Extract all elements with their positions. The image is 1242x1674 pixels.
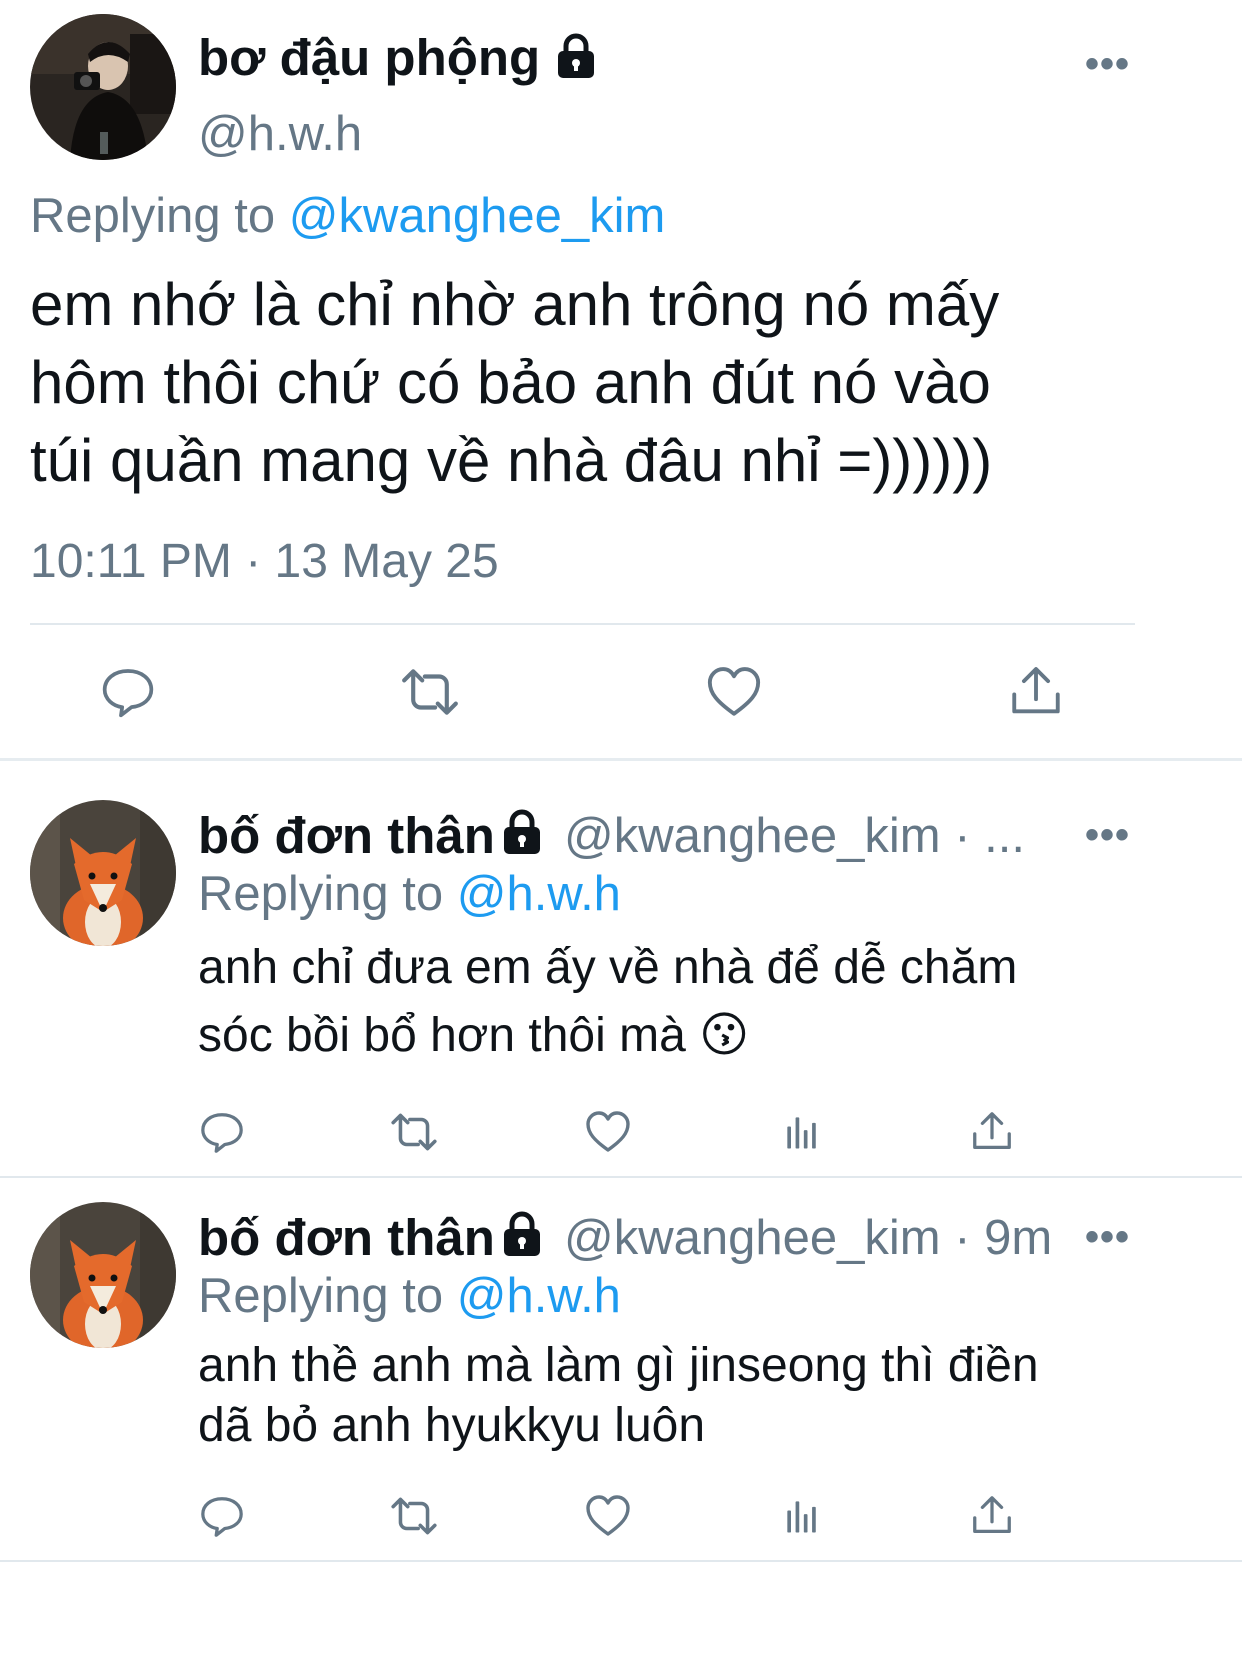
analytics-button[interactable] — [776, 1490, 828, 1542]
avatar-photo-icon — [30, 14, 176, 160]
divider — [0, 1176, 1242, 1178]
share-icon — [1012, 667, 1060, 714]
tweet-text: anh chỉ đưa em ấy về nhà để dễ chăm sóc … — [198, 934, 1228, 1070]
share-icon — [973, 1112, 1011, 1149]
reply-button[interactable] — [196, 1106, 248, 1158]
like-button[interactable] — [582, 1490, 634, 1542]
replying-prefix: Replying to — [198, 867, 444, 921]
share-button[interactable] — [1004, 660, 1068, 724]
avatar[interactable] — [30, 1202, 176, 1348]
more-options-icon[interactable]: ••• — [1085, 44, 1130, 84]
retweet-icon — [402, 669, 458, 715]
tweet-text-line: túi quần mang về nhà đâu nhỉ =)))))) — [30, 427, 993, 494]
user-handle-time[interactable]: @kwanghee_kim · ... — [564, 808, 1025, 864]
share-button[interactable] — [966, 1106, 1018, 1158]
tweet-text: anh thề anh mà làm gì jinseong thì điền … — [198, 1336, 1228, 1456]
tweet-text-line: sóc bồi bổ hơn thôi mà 😗 — [198, 1009, 750, 1062]
analytics-icon — [787, 1501, 816, 1533]
more-options-icon[interactable]: ••• — [1085, 815, 1130, 855]
tweet-text-line: anh thề anh mà làm gì jinseong thì điền — [198, 1339, 1039, 1392]
tweet-timestamp[interactable]: 10:11 PM · 13 May 25 — [30, 534, 499, 589]
analytics-icon — [787, 1117, 816, 1149]
more-options-icon[interactable]: ••• — [1085, 1217, 1130, 1257]
retweet-icon — [391, 1497, 437, 1535]
user-handle[interactable]: @h.w.h — [198, 106, 362, 162]
tweet-text-line: dã bỏ anh hyukkyu luôn — [198, 1399, 706, 1452]
user-handle-time[interactable]: @kwanghee_kim · 9m — [564, 1210, 1052, 1266]
reply-icon — [102, 669, 154, 718]
replying-to-link[interactable]: @h.w.h — [457, 1269, 621, 1323]
share-icon — [973, 1496, 1011, 1533]
divider — [0, 1560, 1242, 1562]
fox-plush-avatar-icon — [30, 800, 176, 946]
reply-button[interactable] — [196, 1490, 248, 1542]
tweet-text: em nhớ là chỉ nhờ anh trông nó mấy hôm t… — [30, 266, 1220, 500]
like-icon — [586, 1495, 630, 1536]
like-icon — [707, 667, 761, 716]
replying-to-link[interactable]: @h.w.h — [457, 867, 621, 921]
lock-icon — [552, 32, 600, 80]
retweet-button[interactable] — [398, 660, 462, 724]
reply-icon — [201, 1497, 243, 1537]
like-icon — [586, 1111, 630, 1152]
display-name[interactable]: bố đơn thân — [198, 1208, 495, 1267]
retweet-button[interactable] — [388, 1106, 440, 1158]
replying-to-line: Replying to @kwanghee_kim — [30, 188, 665, 244]
replying-to-line: Replying to @h.w.h — [198, 866, 621, 922]
share-button[interactable] — [966, 1490, 1018, 1542]
reply-icon — [201, 1113, 243, 1153]
fox-plush-avatar-icon — [30, 1202, 176, 1348]
lock-icon — [498, 808, 546, 856]
retweet-icon — [391, 1113, 437, 1151]
avatar[interactable] — [30, 800, 176, 946]
avatar[interactable] — [30, 14, 176, 160]
display-name[interactable]: bố đơn thân — [198, 806, 495, 865]
tweet-text-line: anh chỉ đưa em ấy về nhà để dễ chăm — [198, 941, 1018, 994]
tweet-text-line: em nhớ là chỉ nhờ anh trông nó mấy — [30, 271, 1000, 338]
divider — [30, 623, 1135, 625]
divider — [0, 758, 1242, 761]
reply-button[interactable] — [96, 660, 160, 724]
tweet-text-line: hôm thôi chứ có bảo anh đút nó vào — [30, 349, 991, 416]
replying-prefix: Replying to — [198, 1269, 444, 1323]
lock-icon — [498, 1210, 546, 1258]
replying-prefix: Replying to — [30, 189, 276, 243]
like-button[interactable] — [702, 660, 766, 724]
like-button[interactable] — [582, 1106, 634, 1158]
replying-to-link[interactable]: @kwanghee_kim — [289, 189, 666, 243]
display-name[interactable]: bơ đậu phộng — [198, 28, 540, 87]
analytics-button[interactable] — [776, 1106, 828, 1158]
retweet-button[interactable] — [388, 1490, 440, 1542]
replying-to-line: Replying to @h.w.h — [198, 1268, 621, 1324]
